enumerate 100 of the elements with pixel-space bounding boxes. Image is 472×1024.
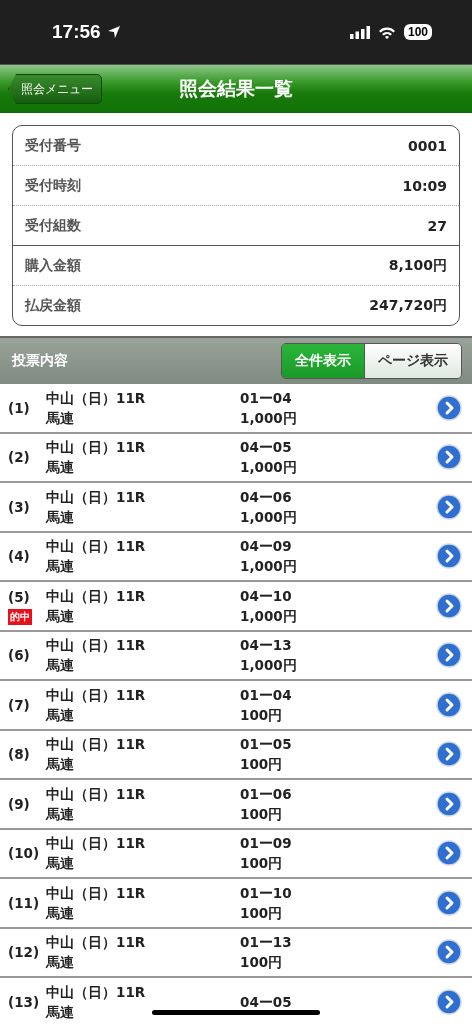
bet-number: (7) [8, 695, 30, 715]
detail-arrow-icon[interactable] [436, 394, 462, 421]
bet-number: (10) [8, 844, 40, 864]
race-name: 中山（日）11R [46, 487, 146, 507]
bet-type: 馬連 [46, 557, 74, 577]
bet-row[interactable]: (9) 中山（日）11R 馬連 01ー06 100円 [0, 780, 472, 830]
bet-combination: 04ー09 [240, 537, 292, 557]
bet-type: 馬連 [46, 606, 74, 626]
bet-number: (11) [8, 893, 40, 913]
detail-arrow-icon[interactable] [436, 493, 462, 520]
bet-type: 馬連 [46, 656, 74, 676]
bet-row[interactable]: (4) 中山（日）11R 馬連 04ー09 1,000円 [0, 532, 472, 582]
race-name: 中山（日）11R [46, 537, 146, 557]
bet-amount: 1,000円 [240, 458, 297, 478]
detail-arrow-icon[interactable] [436, 691, 462, 718]
bet-combination: 04ー06 [240, 487, 292, 507]
race-name: 中山（日）11R [46, 982, 146, 1002]
bet-amount: 100円 [240, 705, 283, 725]
bet-row[interactable]: (1) 中山（日）11R 馬連 01ー04 1,000円 [0, 384, 472, 434]
bet-combination: 01ー05 [240, 735, 292, 755]
detail-arrow-icon[interactable] [436, 939, 462, 966]
bet-type: 馬連 [46, 705, 74, 725]
summary-label: 受付番号 [25, 136, 81, 155]
bet-combination: 04ー10 [240, 586, 292, 606]
summary-label: 受付組数 [25, 216, 81, 235]
page-title: 照会結果一覧 [179, 76, 293, 101]
bet-amount: 1,000円 [240, 557, 297, 577]
bet-amount: 100円 [240, 804, 283, 824]
summary-value: 0001 [408, 137, 447, 154]
detail-arrow-icon[interactable] [436, 543, 462, 570]
summary-value: 27 [427, 217, 447, 234]
race-name: 中山（日）11R [46, 636, 146, 656]
summary-label: 受付時刻 [25, 176, 81, 195]
bet-number: (13) [8, 992, 40, 1012]
bet-number: (9) [8, 794, 30, 814]
detail-arrow-icon[interactable] [436, 889, 462, 916]
bet-combination: 04ー05 [240, 992, 292, 1012]
hit-badge: 的中 [8, 608, 32, 625]
bet-combination: 01ー06 [240, 784, 292, 804]
bet-number: (5) [8, 587, 30, 607]
detail-arrow-icon[interactable] [436, 444, 462, 471]
bet-combination: 01ー04 [240, 388, 292, 408]
detail-arrow-icon[interactable] [436, 592, 462, 619]
view-tab[interactable]: ページ表示 [364, 344, 461, 378]
summary-label: 払戻金額 [25, 296, 81, 315]
bet-amount: 1,000円 [240, 507, 297, 527]
bet-number: (12) [8, 943, 40, 963]
location-icon [106, 25, 121, 39]
bet-combination: 01ー13 [240, 933, 292, 953]
detail-arrow-icon[interactable] [436, 840, 462, 867]
bet-type: 馬連 [46, 755, 74, 775]
detail-arrow-icon[interactable] [436, 642, 462, 669]
back-button[interactable]: 照会メニュー [8, 74, 102, 104]
bet-number: (1) [8, 398, 30, 418]
bet-combination: 04ー05 [240, 438, 292, 458]
summary-value: 10:09 [402, 177, 447, 194]
bet-amount: 100円 [240, 854, 283, 874]
bet-combination: 01ー09 [240, 834, 292, 854]
detail-arrow-icon[interactable] [436, 988, 462, 1015]
bet-number: (2) [8, 448, 30, 468]
race-name: 中山（日）11R [46, 834, 146, 854]
bet-row[interactable]: (7) 中山（日）11R 馬連 01ー04 100円 [0, 681, 472, 731]
race-name: 中山（日）11R [46, 388, 146, 408]
bet-row[interactable]: (5) 的中 中山（日）11R 馬連 04ー10 1,000円 [0, 582, 472, 632]
summary-label: 購入金額 [25, 256, 81, 275]
detail-arrow-icon[interactable] [436, 741, 462, 768]
battery-level: 100 [403, 24, 432, 40]
detail-arrow-icon[interactable] [436, 790, 462, 817]
race-name: 中山（日）11R [46, 883, 146, 903]
status-time: 17:56 [52, 21, 101, 43]
bet-amount: 100円 [240, 953, 283, 973]
summary-value: 8,100円 [388, 256, 447, 275]
race-name: 中山（日）11R [46, 933, 146, 953]
bet-row[interactable]: (6) 中山（日）11R 馬連 04ー13 1,000円 [0, 631, 472, 681]
section-title: 投票内容 [12, 352, 68, 370]
race-name: 中山（日）11R [46, 735, 146, 755]
race-name: 中山（日）11R [46, 586, 146, 606]
bet-amount: 1,000円 [240, 656, 297, 676]
bet-number: (6) [8, 646, 30, 666]
bet-type: 馬連 [46, 854, 74, 874]
bet-row[interactable]: (3) 中山（日）11R 馬連 04ー06 1,000円 [0, 483, 472, 533]
bet-amount: 100円 [240, 903, 283, 923]
bet-type: 馬連 [46, 903, 74, 923]
bet-type: 馬連 [46, 408, 74, 428]
bet-combination: 04ー13 [240, 636, 292, 656]
bet-amount: 1,000円 [240, 408, 297, 428]
bet-type: 馬連 [46, 804, 74, 824]
race-name: 中山（日）11R [46, 438, 146, 458]
bet-type: 馬連 [46, 458, 74, 478]
bet-amount: 100円 [240, 755, 283, 775]
signal-icon [349, 25, 370, 39]
wifi-icon [377, 25, 396, 39]
bet-type: 馬連 [46, 953, 74, 973]
bet-type: 馬連 [46, 1002, 74, 1022]
bet-row[interactable]: (8) 中山（日）11R 馬連 01ー05 100円 [0, 730, 472, 780]
race-name: 中山（日）11R [46, 685, 146, 705]
bet-row[interactable]: (2) 中山（日）11R 馬連 04ー05 1,000円 [0, 433, 472, 483]
bet-number: (3) [8, 497, 30, 517]
bet-combination: 01ー04 [240, 685, 292, 705]
bet-combination: 01ー10 [240, 883, 292, 903]
